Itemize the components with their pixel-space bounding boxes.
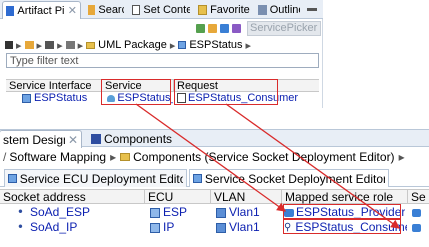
column-header-vlan[interactable]: VLAN	[211, 190, 282, 204]
highlight-box-request	[174, 79, 278, 105]
outline-icon	[258, 5, 267, 15]
breadcrumb-components[interactable]: Components (Service Socket Deployment Ed…	[133, 150, 394, 164]
vlan-cell[interactable]: Vlan1	[216, 205, 280, 220]
breadcrumb-software-mapping[interactable]: Software Mapping	[9, 150, 106, 164]
column-header-mapped-service-role[interactable]: Mapped service role	[282, 190, 408, 204]
ecu-icon	[150, 222, 160, 233]
chevron-right-icon: ▸	[77, 39, 84, 52]
highlight-box-provider	[283, 204, 401, 219]
se-cell[interactable]	[412, 220, 426, 235]
tab-service-ecu-deployment[interactable]: Service ECU Deployment Editor	[4, 169, 187, 187]
minimize-icon[interactable]: ▬	[307, 3, 317, 14]
highlight-box-consumer	[283, 219, 401, 234]
chevron-right-icon: ▸	[245, 39, 252, 52]
editor-icon	[8, 174, 17, 183]
filter-input[interactable]	[6, 53, 319, 68]
settings-icon[interactable]	[232, 24, 241, 33]
top-tab-bar: Artifact Pi... ✕ Search Set Conte... Fav…	[0, 0, 323, 19]
column-header-socket-address[interactable]: Socket address	[0, 190, 145, 204]
close-icon[interactable]: ✕	[68, 133, 78, 147]
chevron-right-icon: /	[3, 150, 7, 164]
chevron-right-icon: ▸	[57, 39, 63, 52]
chevron-right-icon: ▸	[398, 150, 405, 164]
ecu-cell[interactable]: ESP	[150, 205, 210, 220]
editor-icon	[193, 174, 202, 183]
socket-icon: ꔷ	[18, 207, 23, 218]
home-icon[interactable]	[5, 41, 13, 49]
tab-artifact-picker[interactable]: Artifact Pi... ✕	[2, 1, 81, 19]
tab-service-socket-deployment[interactable]: Service Socket Deployment Editor	[189, 169, 389, 187]
highlight-box-service	[101, 79, 171, 105]
close-icon[interactable]: ✕	[68, 4, 77, 17]
servicepicker-label: ServicePicker	[247, 21, 321, 36]
service-icon	[412, 208, 421, 217]
tab-system-design[interactable]: stem Design ✕	[0, 130, 82, 148]
bottom-tab-bar: stem Design ✕ Components	[0, 129, 429, 148]
tab-outline[interactable]: Outline	[255, 1, 303, 19]
tab-favorites[interactable]: Favorites	[195, 1, 253, 19]
editor-breadcrumb: / Software Mapping ▸ Components (Service…	[0, 148, 429, 166]
chevron-right-icon: ▸	[16, 39, 22, 52]
chevron-right-icon: ▸	[36, 39, 43, 52]
chevron-right-icon: ▸	[169, 39, 176, 52]
folder-icon	[120, 153, 131, 161]
components-icon	[91, 134, 101, 144]
link-icon[interactable]	[196, 24, 205, 33]
breadcrumb-espstatus[interactable]: ESPStatus	[189, 39, 242, 51]
se-cell[interactable]	[412, 205, 426, 220]
breadcrumb-uml-package[interactable]: UML Package	[98, 39, 167, 51]
package-icon[interactable]	[65, 41, 75, 49]
tab-search[interactable]: Search	[85, 1, 127, 19]
mapping-table-header: Socket address ECU VLAN Mapped service r…	[0, 189, 429, 204]
vlan-cell[interactable]: Vlan1	[216, 220, 280, 235]
service-icon	[412, 223, 421, 232]
ecu-icon	[150, 207, 160, 218]
list-icon	[132, 5, 141, 15]
interface-icon	[178, 41, 187, 49]
socket-address-cell[interactable]: ꔷ SoAd_ESP	[18, 205, 143, 220]
uml-package-icon	[86, 41, 96, 49]
refresh-icon[interactable]	[220, 24, 229, 33]
favorites-icon	[198, 5, 208, 15]
tab-components[interactable]: Components	[88, 130, 178, 148]
vlan-icon	[216, 207, 226, 218]
service-interface-cell[interactable]: ESPStatus	[22, 92, 102, 104]
socket-address-cell[interactable]: ꔷ SoAd_IP	[18, 220, 143, 235]
vlan-icon	[216, 222, 226, 233]
ecu-cell[interactable]: IP	[150, 220, 210, 235]
tab-set-context[interactable]: Set Conte...	[129, 1, 193, 19]
model-icon[interactable]	[45, 41, 55, 49]
column-header-se[interactable]: Se	[408, 190, 429, 204]
artifact-icon	[6, 5, 15, 16]
interface-icon	[22, 93, 31, 103]
search-icon	[88, 5, 96, 15]
editor-tab-bar: Service ECU Deployment Editor Service So…	[0, 169, 429, 187]
socket-icon: ꔷ	[18, 222, 23, 233]
folder-icon[interactable]	[24, 41, 34, 49]
breadcrumb: ▸ ▸ ▸ ▸ UML Package ▸ ESPStatus ▸	[0, 37, 323, 53]
column-header-service-interface[interactable]: Service Interface	[6, 80, 102, 92]
filter-icon[interactable]	[208, 24, 217, 33]
chevron-right-icon: ▸	[110, 150, 117, 164]
column-header-ecu[interactable]: ECU	[145, 190, 211, 204]
